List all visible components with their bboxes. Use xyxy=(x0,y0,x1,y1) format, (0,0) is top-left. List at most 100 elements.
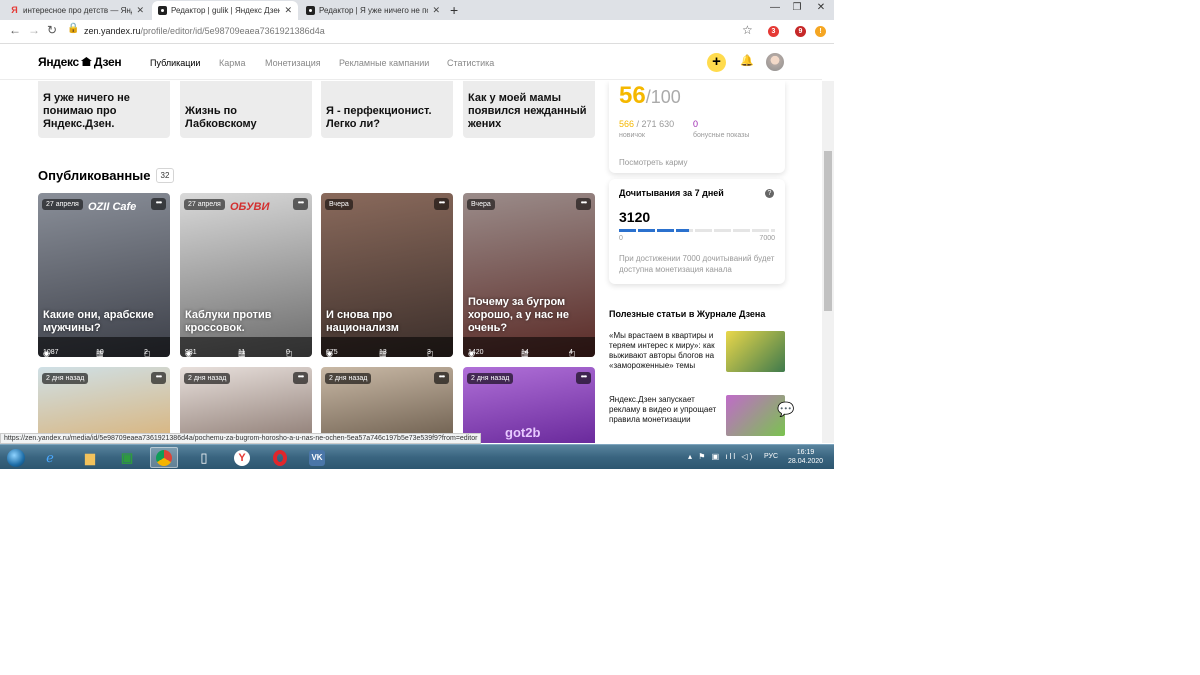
card-image-text: ОБУВИ xyxy=(230,201,270,213)
more-options-button[interactable]: ••• xyxy=(293,198,308,210)
card-comments: 3 xyxy=(427,349,431,356)
internet-explorer-icon[interactable]: ℯ xyxy=(36,447,64,468)
draft-card[interactable]: Я - перфекционист. Легко ли? xyxy=(321,81,453,138)
warning-icon[interactable]: ! xyxy=(815,26,826,37)
extension-badge-1[interactable]: 3 xyxy=(768,26,779,37)
publication-card[interactable]: Вчера ••• И снова про национализм ◉ 675 ▥ 13 ◻ 3 xyxy=(321,193,453,357)
nav-ad-campaigns[interactable]: Рекламные кампании xyxy=(339,58,429,68)
window-close-button[interactable]: ✕ xyxy=(810,0,832,18)
journal-article[interactable]: «Мы врастаем в квартиры и теряем интерес… xyxy=(609,331,785,375)
nav-statistics[interactable]: Статистика xyxy=(447,58,494,68)
new-tab-button[interactable]: + xyxy=(450,1,458,19)
more-options-button[interactable]: ••• xyxy=(434,372,449,384)
bell-icon[interactable]: 🔔 xyxy=(740,54,754,67)
avatar[interactable] xyxy=(766,53,784,71)
karma-views: 566 / 271 630 xyxy=(619,119,674,129)
page-scrollbar[interactable] xyxy=(822,81,834,443)
card-date: Вчера xyxy=(325,199,353,210)
karma-views-current: 566 xyxy=(619,119,635,129)
draft-title: Жизнь по Лабковскому xyxy=(185,105,257,130)
browser-tab-2[interactable]: Редактор | gulik | Яндекс Дзен ✕ xyxy=(152,1,298,20)
more-options-button[interactable]: ••• xyxy=(434,198,449,210)
card-date: 2 дня назад xyxy=(325,373,372,384)
draft-card[interactable]: Я уже ничего не понимаю про Яндекс.Дзен. xyxy=(38,81,170,138)
browser-tab-bar: Я интересное про детств — Яндек ✕ Редакт… xyxy=(0,0,834,20)
tab-title: Редактор | Я уже ничего не пон xyxy=(319,6,429,15)
publication-card[interactable]: got2b 2 дня назад ••• xyxy=(463,367,595,443)
language-indicator[interactable]: РУС xyxy=(764,453,778,460)
journal-article[interactable]: Яндекс.Дзен запускает рекламу в видео и … xyxy=(609,395,785,439)
publication-card[interactable]: Вчера ••• Почему за бугром хорошо, а у нас… xyxy=(463,193,595,357)
close-icon[interactable]: ✕ xyxy=(432,5,440,16)
card-reads: 14 xyxy=(521,349,529,356)
view-karma-link[interactable]: Посмотреть карму xyxy=(619,158,688,167)
reads-title: Дочитывания за 7 дней xyxy=(619,188,724,198)
start-button[interactable] xyxy=(2,447,30,468)
reads-progress-bar xyxy=(619,229,775,232)
draft-card[interactable]: Как у моей мамы появился нежданный жених xyxy=(463,81,595,138)
url-field[interactable]: zen.yandex.ru/profile/editor/id/5e98709e… xyxy=(84,26,325,36)
file-explorer-icon[interactable]: ▆ xyxy=(76,447,104,468)
journal-article-text: Яндекс.Дзен запускает рекламу в видео и … xyxy=(609,395,717,424)
minimize-button[interactable]: — xyxy=(764,0,786,18)
chat-icon[interactable]: 💬 xyxy=(777,401,794,418)
url-host: zen.yandex.ru xyxy=(84,26,141,36)
back-arrow-icon[interactable]: ← xyxy=(9,23,21,37)
opera-icon[interactable] xyxy=(266,447,294,468)
publication-card[interactable]: 2 дня назад ••• xyxy=(180,367,312,443)
more-options-button[interactable]: ••• xyxy=(576,372,591,384)
publication-card[interactable]: 2 дня назад ••• xyxy=(38,367,170,443)
karma-views-total: / 271 630 xyxy=(636,119,675,129)
reads-progress-fill xyxy=(619,229,689,232)
clock-date: 28.04.2020 xyxy=(788,458,824,465)
url-path: /profile/editor/id/5e98709eaea7361921386… xyxy=(140,26,325,36)
more-options-button[interactable]: ••• xyxy=(576,198,591,210)
dzen-logo[interactable]: Яндекс Дзен xyxy=(38,55,122,69)
more-options-button[interactable]: ••• xyxy=(151,198,166,210)
clock[interactable]: 16:19 28.04.2020 xyxy=(788,448,823,466)
publication-card[interactable]: 2 дня назад ••• xyxy=(321,367,453,443)
card-title: Каблуки против кроссовок. xyxy=(185,309,272,334)
clock-time: 16:19 xyxy=(796,449,815,456)
chrome-icon[interactable] xyxy=(150,447,178,468)
excel-icon[interactable]: ▣ xyxy=(113,447,141,468)
home-icon xyxy=(80,57,92,66)
card-views: 981 xyxy=(185,349,197,356)
close-icon[interactable]: ✕ xyxy=(136,5,144,16)
scrollbar-thumb[interactable] xyxy=(824,151,832,311)
lock-icon[interactable]: 🔒 xyxy=(67,23,79,34)
forward-arrow-icon[interactable]: → xyxy=(28,23,40,37)
vk-icon[interactable]: VK xyxy=(303,447,331,468)
document-icon[interactable]: ▯ xyxy=(190,447,218,468)
browser-tab-3[interactable]: Редактор | Я уже ничего не пон ✕ xyxy=(300,1,446,20)
nav-karma[interactable]: Карма xyxy=(219,58,245,68)
card-stats: ◉ 981 ▥ 11 ◻ 0 xyxy=(180,337,312,357)
bookmark-star-icon[interactable]: ☆ xyxy=(742,23,753,37)
extension-badge-2[interactable]: 9 xyxy=(795,26,806,37)
draft-card[interactable]: Жизнь по Лабковскому xyxy=(180,81,312,138)
logo-suffix: Дзен xyxy=(93,55,122,69)
system-tray-icons[interactable]: ▴ ⚑ ▣ ıll ◁) xyxy=(688,452,754,461)
help-icon[interactable]: ? xyxy=(765,189,774,198)
close-icon[interactable]: ✕ xyxy=(284,5,292,16)
card-date: Вчера xyxy=(467,199,495,210)
yandex-browser-icon[interactable]: Y xyxy=(228,447,256,468)
publication-card[interactable]: OZII Cafe 27 апреля ••• Какие они, арабские… xyxy=(38,193,170,357)
draft-title: Я уже ничего не понимаю про Яндекс.Дзен. xyxy=(43,92,130,130)
dzen-icon xyxy=(306,6,315,15)
card-date: 2 дня назад xyxy=(467,373,514,384)
nav-publications[interactable]: Публикации xyxy=(150,58,200,68)
browser-tab-1[interactable]: Я интересное про детств — Яндек ✕ xyxy=(4,1,150,20)
reload-icon[interactable]: ↻ xyxy=(47,23,57,37)
nav-monetization[interactable]: Монетизация xyxy=(265,58,321,68)
more-options-button[interactable]: ••• xyxy=(293,372,308,384)
reads-max: 7000 xyxy=(759,235,775,242)
publication-card[interactable]: ОБУВИ 27 апреля ••• Каблуки против кроссово… xyxy=(180,193,312,357)
karma-views-label: новичок xyxy=(619,132,645,139)
karma-bonus: 0 xyxy=(693,119,699,129)
maximize-button[interactable]: ❐ xyxy=(786,0,808,18)
card-date: 27 апреля xyxy=(184,199,225,210)
card-views: 1087 xyxy=(43,349,59,356)
add-publication-button[interactable]: + xyxy=(707,53,726,72)
more-options-button[interactable]: ••• xyxy=(151,372,166,384)
